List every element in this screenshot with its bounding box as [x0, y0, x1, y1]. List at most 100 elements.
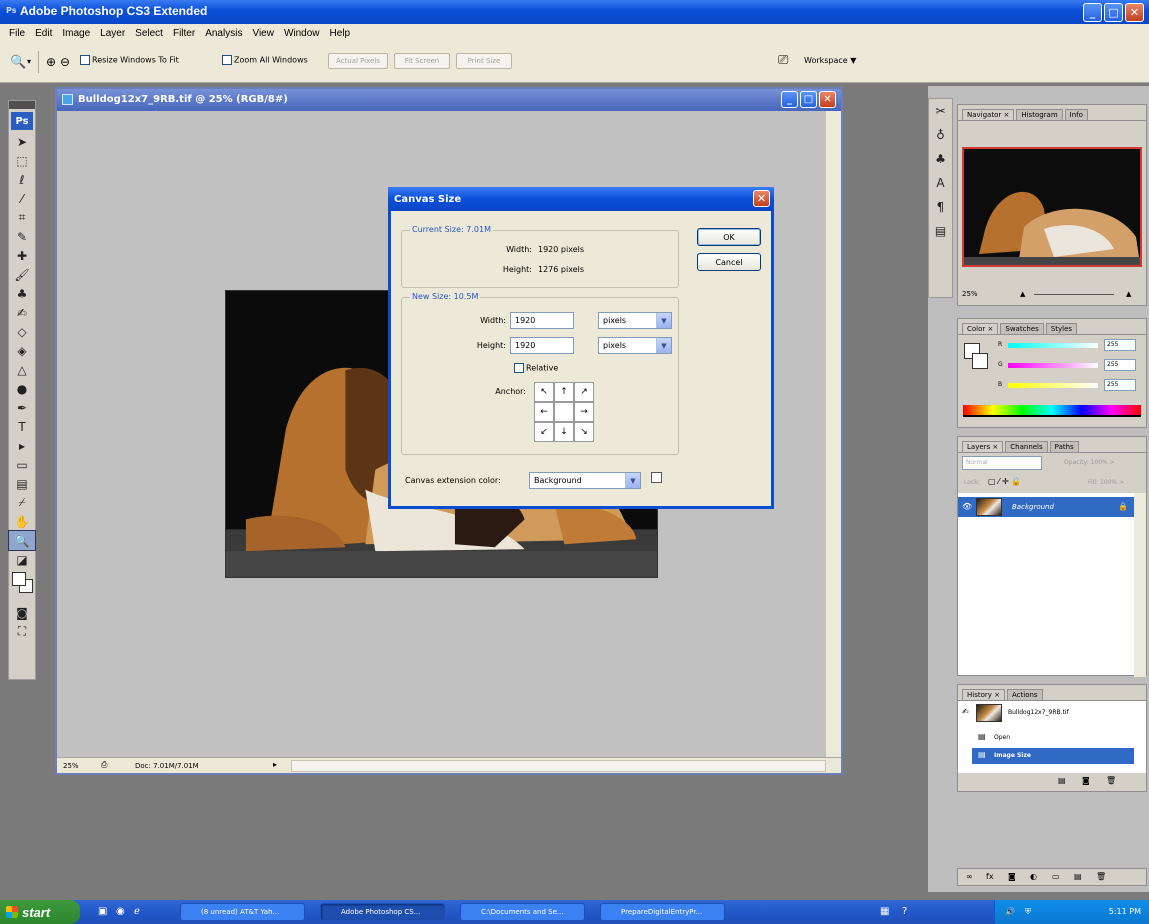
screen-mode-icon[interactable]: ⛶ — [9, 622, 35, 641]
opacity-control[interactable]: Opacity: 100% > — [1064, 459, 1115, 466]
layer-comps-icon[interactable]: ▤ — [929, 219, 952, 243]
type-tool-icon[interactable]: T — [9, 417, 35, 436]
adjustment-layer-icon[interactable]: ◐ — [1030, 872, 1037, 881]
trash-icon[interactable]: 🗑 — [1096, 872, 1106, 881]
menu-window[interactable]: Window — [279, 28, 325, 39]
zoom-level[interactable]: 25% — [63, 762, 79, 770]
actual-pixels-button[interactable]: Actual Pixels — [328, 53, 388, 69]
g-value[interactable]: 255 — [1104, 359, 1136, 371]
menu-file[interactable]: File — [4, 28, 30, 39]
lock-icon[interactable]: ▢ ⁄ ✛ 🔒 — [988, 477, 1021, 486]
tray-help-icon[interactable]: ? — [902, 906, 907, 917]
zoom-tool-icon[interactable]: 🔍 — [8, 530, 36, 551]
color-spectrum-ramp[interactable] — [963, 405, 1141, 417]
anchor-sw-arrow-icon[interactable]: ↙ — [534, 422, 554, 442]
link-layers-icon[interactable]: ∞ — [966, 872, 973, 881]
new-height-input[interactable]: 1920 — [510, 337, 574, 354]
start-button[interactable]: start — [0, 900, 80, 924]
chevron-down-icon[interactable]: ▼ — [656, 313, 671, 328]
healing-brush-tool-icon[interactable]: ✚ — [9, 246, 35, 265]
clone-stamp-tool-icon[interactable]: ♣ — [9, 284, 35, 303]
foreground-color-swatch[interactable] — [12, 572, 26, 586]
height-unit-select[interactable]: pixels ▼ — [598, 337, 672, 354]
g-slider[interactable] — [1008, 363, 1098, 368]
history-brush-tool-icon[interactable]: ✍ — [9, 303, 35, 322]
tray-network-icon[interactable]: ▦ — [880, 906, 889, 917]
notes-tool-icon[interactable]: ▤ — [9, 474, 35, 493]
menu-select[interactable]: Select — [130, 28, 168, 39]
dodge-tool-icon[interactable]: ● — [9, 379, 35, 398]
blend-mode-select[interactable]: Normal — [962, 456, 1042, 470]
taskbar-button-photoshop[interactable]: Adobe Photoshop CS... — [320, 903, 445, 921]
extension-color-swatch[interactable] — [651, 472, 662, 483]
tab-layers[interactable]: Layers × — [962, 441, 1004, 452]
zoom-out-icon[interactable]: ⊖ — [60, 55, 70, 69]
relative-checkbox[interactable]: Relative — [514, 363, 558, 373]
maximize-button[interactable]: □ — [1104, 3, 1123, 22]
tab-color[interactable]: Color × — [962, 323, 999, 334]
eyedropper-tool-icon[interactable]: ⌿ — [9, 493, 35, 512]
tab-info[interactable]: Info — [1064, 109, 1088, 120]
layer-row-background[interactable]: 👁 Background 🔒 — [958, 497, 1134, 517]
anchor-w-arrow-icon[interactable]: ← — [534, 402, 554, 422]
tab-paths[interactable]: Paths — [1049, 441, 1079, 452]
default-colors-icon[interactable]: ◪ — [9, 550, 35, 569]
new-group-icon[interactable]: ▭ — [1052, 872, 1060, 881]
layer-mask-icon[interactable]: ◙ — [1008, 872, 1016, 881]
move-tool-icon[interactable]: ➤ — [9, 132, 35, 151]
tab-styles[interactable]: Styles — [1045, 323, 1078, 334]
status-info-icon[interactable]: ⎙ — [101, 760, 107, 770]
app-titlebar[interactable]: Ps Adobe Photoshop CS3 Extended _ □ ✕ — [0, 0, 1149, 24]
tab-swatches[interactable]: Swatches — [1000, 323, 1044, 334]
document-titlebar[interactable]: Bulldog12x7_9RB.tif @ 25% (RGB/8#) _ □ ✕ — [57, 89, 841, 111]
r-value[interactable]: 255 — [1104, 339, 1136, 351]
tray-security-icon[interactable]: ⛨ — [1025, 907, 1031, 917]
history-snapshot-row[interactable]: ✍ Bulldog12x7_9RB.tif — [958, 703, 1134, 723]
zoom-in-icon[interactable]: ▲ — [1126, 290, 1131, 298]
zoom-in-icon[interactable]: ⊕ — [46, 55, 56, 69]
extension-color-select[interactable]: Background ▼ — [529, 472, 641, 489]
tab-channels[interactable]: Channels — [1005, 441, 1048, 452]
menu-layer[interactable]: Layer — [95, 28, 130, 39]
tray-volume-icon[interactable]: 🔊 — [1005, 907, 1015, 916]
menu-filter[interactable]: Filter — [168, 28, 200, 39]
clone-source-icon[interactable]: ♣ — [929, 147, 952, 171]
fit-screen-button[interactable]: Fit Screen — [394, 53, 450, 69]
document-vertical-scrollbar[interactable] — [825, 111, 841, 761]
b-value[interactable]: 255 — [1104, 379, 1136, 391]
blur-tool-icon[interactable]: △ — [9, 360, 35, 379]
new-width-input[interactable]: 1920 — [510, 312, 574, 329]
anchor-n-arrow-icon[interactable]: ↑ — [554, 382, 574, 402]
chevron-down-icon[interactable]: ▼ — [625, 473, 640, 488]
menu-image[interactable]: Image — [57, 28, 95, 39]
dialog-titlebar[interactable]: Canvas Size ✕ — [388, 187, 774, 211]
magic-wand-tool-icon[interactable]: ⁄ — [9, 189, 35, 208]
taskbar-button-explorer[interactable]: C:\Documents and Se... — [460, 903, 585, 921]
brushes-icon[interactable]: ♁ — [929, 123, 952, 147]
tab-actions[interactable]: Actions — [1007, 689, 1043, 700]
tab-history[interactable]: History × — [962, 689, 1005, 700]
doc-maximize-button[interactable]: □ — [800, 91, 817, 108]
paragraph-icon[interactable]: ¶ — [929, 195, 952, 219]
toolbox-grip[interactable] — [9, 101, 35, 109]
document-horizontal-scrollbar[interactable] — [291, 760, 826, 772]
hand-tool-icon[interactable]: ✋ — [9, 512, 35, 531]
tab-navigator[interactable]: Navigator × — [962, 109, 1015, 120]
menu-edit[interactable]: Edit — [30, 28, 57, 39]
brush-tool-icon[interactable]: 🖌 — [9, 265, 35, 284]
eraser-tool-icon[interactable]: ◇ — [9, 322, 35, 341]
minimize-button[interactable]: _ — [1083, 3, 1102, 22]
status-menu-arrow-icon[interactable]: ▸ — [273, 760, 277, 769]
new-snapshot-icon[interactable]: ◙ — [1082, 776, 1090, 785]
path-selection-tool-icon[interactable]: ▸ — [9, 436, 35, 455]
navigator-zoom-slider[interactable] — [1034, 294, 1114, 295]
menu-view[interactable]: View — [247, 28, 279, 39]
close-button[interactable]: ✕ — [1125, 3, 1144, 22]
lasso-tool-icon[interactable]: ℓ — [9, 170, 35, 189]
fill-control[interactable]: Fill: 100% > — [1088, 479, 1124, 486]
anchor-ne-arrow-icon[interactable]: ↗ — [574, 382, 594, 402]
menu-analysis[interactable]: Analysis — [200, 28, 247, 39]
history-item-image-size[interactable]: ▤ Image Size — [972, 748, 1134, 764]
doc-close-button[interactable]: ✕ — [819, 91, 836, 108]
anchor-se-arrow-icon[interactable]: ↘ — [574, 422, 594, 442]
